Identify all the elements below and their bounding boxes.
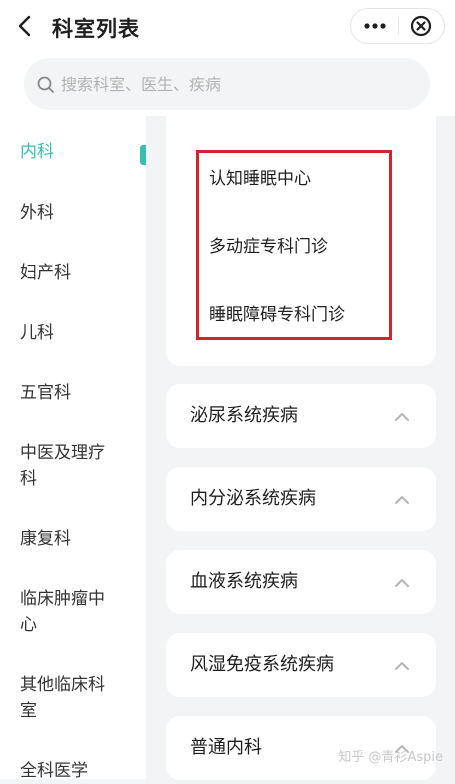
category-card[interactable]: 泌尿系统疾病: [166, 384, 436, 448]
sidebar-item-other[interactable]: 其他临床科室: [20, 672, 116, 724]
search-bar: [0, 52, 455, 116]
department-sidebar: 内科 外科 妇产科 儿科 五官科 中医及理疗科 康复科 临床肿瘤中心 其他临床科…: [0, 116, 146, 781]
sidebar-item-ent[interactable]: 五官科: [20, 380, 120, 406]
sidebar-item-surgery[interactable]: 外科: [20, 200, 120, 226]
mini-program-capsule: [350, 8, 445, 44]
chevron-up-icon: [394, 657, 410, 670]
back-icon[interactable]: [14, 14, 38, 38]
category-card[interactable]: 风湿免疫系统疾病: [166, 633, 436, 697]
sidebar-item-rehab[interactable]: 康复科: [20, 526, 120, 552]
search-box[interactable]: [24, 58, 430, 110]
category-card[interactable]: 内分泌系统疾病: [166, 467, 436, 531]
sidebar-item-obstetrics[interactable]: 妇产科: [20, 260, 120, 286]
chevron-up-icon: [394, 408, 410, 421]
category-label: 泌尿系统疾病: [190, 405, 298, 426]
top-bar: 科室列表: [0, 0, 455, 52]
chevron-up-icon: [394, 491, 410, 504]
more-icon[interactable]: [351, 9, 398, 43]
highlight-box: [196, 150, 392, 340]
sidebar-item-oncology[interactable]: 临床肿瘤中心: [20, 586, 116, 638]
category-label: 内分泌系统疾病: [190, 488, 316, 509]
category-label: 普通内科: [190, 737, 262, 758]
chevron-up-icon: [394, 574, 410, 587]
sidebar-item-tcm[interactable]: 中医及理疗科: [20, 440, 116, 492]
sidebar-item-pediatrics[interactable]: 儿科: [20, 320, 120, 346]
category-label: 血液系统疾病: [190, 571, 298, 592]
category-card[interactable]: 血液系统疾病: [166, 550, 436, 614]
category-label: 风湿免疫系统疾病: [190, 654, 334, 675]
sidebar-item-internal-medicine[interactable]: 内科: [20, 139, 120, 165]
active-indicator: [140, 145, 146, 165]
search-input[interactable]: [61, 58, 401, 110]
sidebar-item-general[interactable]: 全科医学: [20, 758, 120, 784]
search-icon: [36, 75, 56, 95]
close-circle-icon[interactable]: [399, 9, 445, 43]
watermark: 知乎 @青衫Aspie: [338, 750, 443, 765]
page-title: 科室列表: [52, 17, 140, 41]
